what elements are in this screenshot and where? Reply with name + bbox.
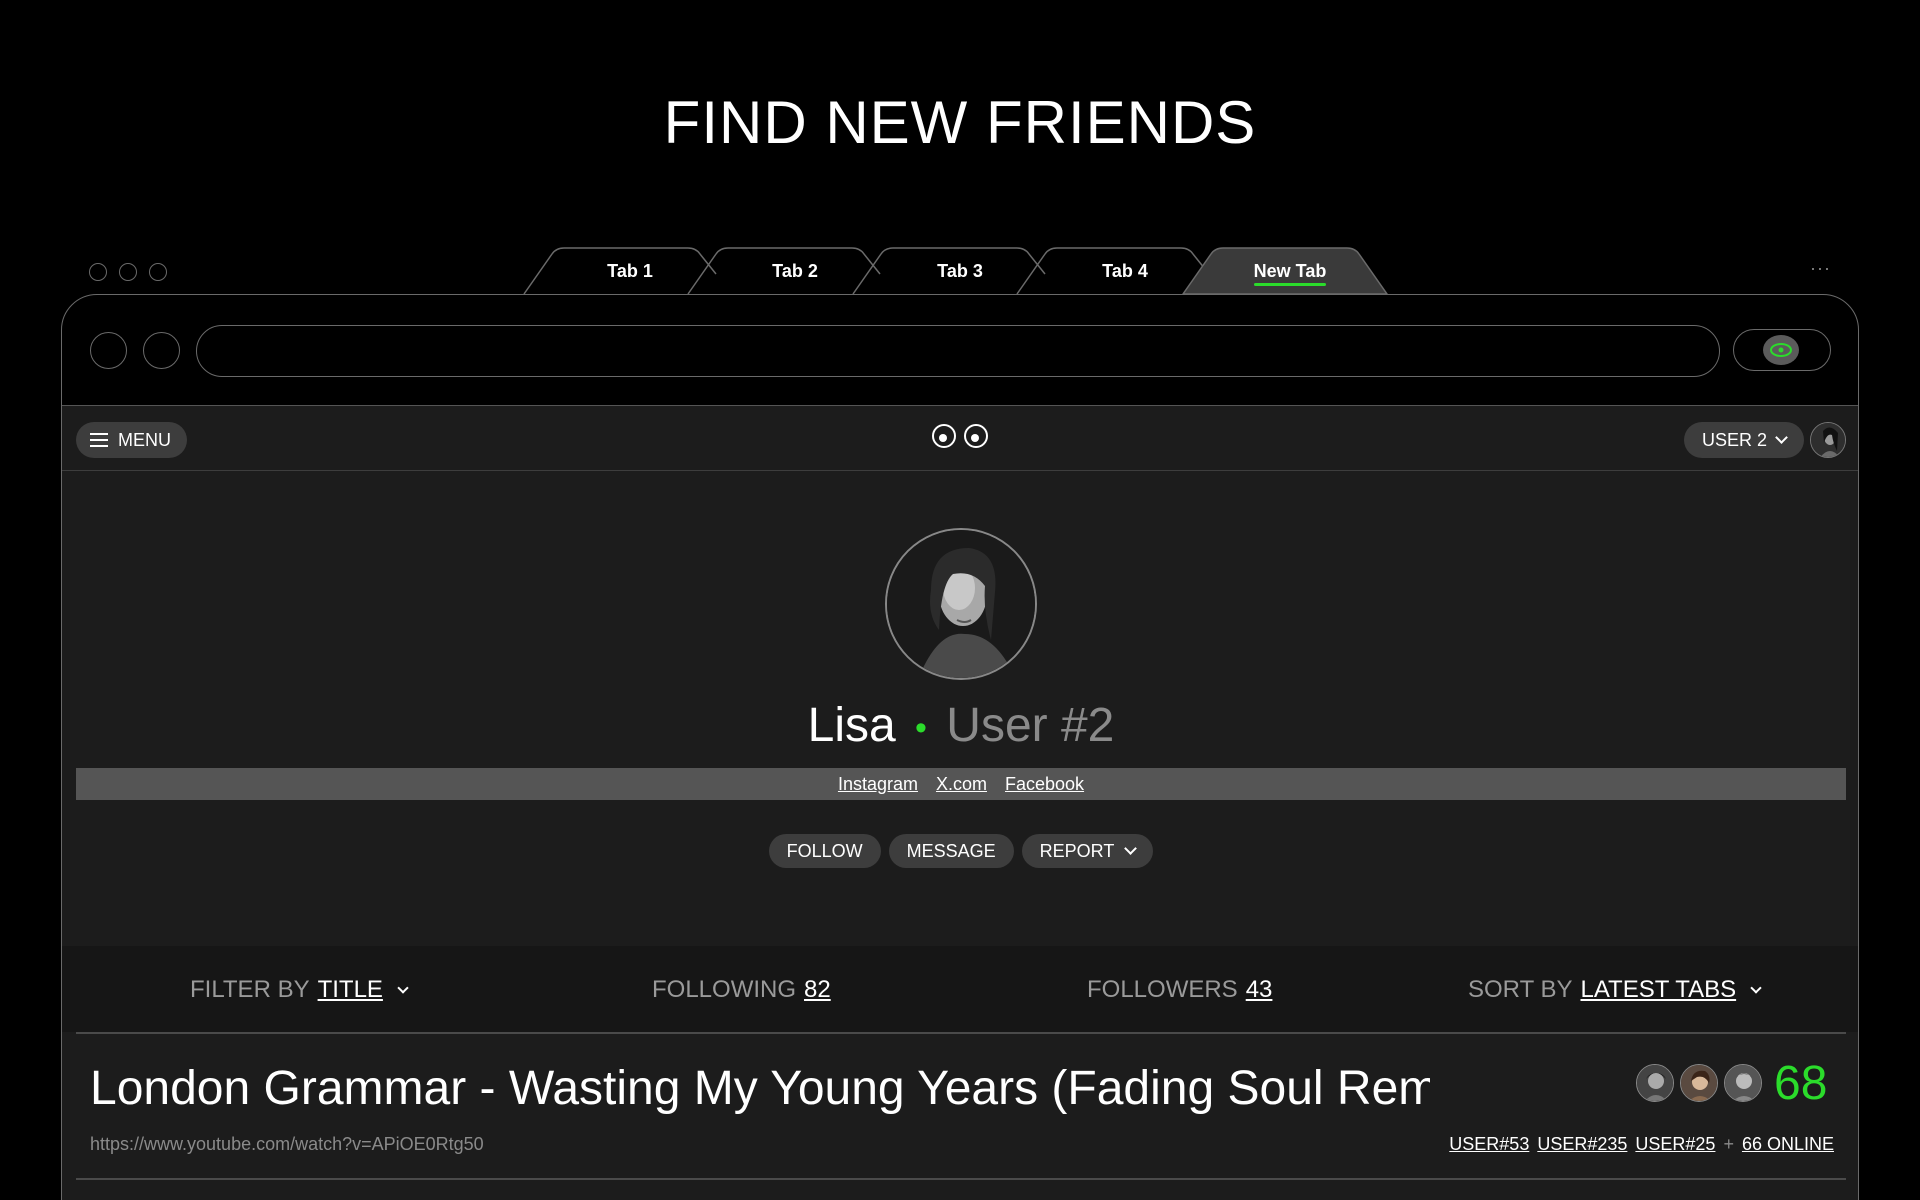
tab-2[interactable]: Tab 2 [730, 261, 860, 282]
stats-bar: FILTER BY TITLE FOLLOWING 82 FOLLOWERS 4… [62, 946, 1858, 1032]
window-controls [89, 263, 167, 281]
profile-avatar [885, 528, 1037, 680]
user-menu-button[interactable]: USER 2 [1684, 422, 1805, 458]
chevron-down-icon [1124, 842, 1138, 855]
eyes-logo-icon[interactable] [932, 424, 988, 448]
list-item-title[interactable]: London Grammar - Wasting My Young Years … [90, 1061, 1430, 1121]
profile-name: Lisa • User #2 [62, 698, 1858, 753]
online-count: 68 [1774, 1057, 1828, 1110]
avatar[interactable] [1636, 1064, 1674, 1102]
social-links: Instagram X.com Facebook [76, 768, 1846, 800]
app-header: MENU USER 2 [62, 406, 1858, 471]
instagram-link[interactable]: Instagram [838, 774, 918, 795]
avatar[interactable] [1810, 422, 1846, 458]
message-button[interactable]: MESSAGE [888, 834, 1014, 868]
sort-dropdown[interactable]: SORT BY LATEST TABS [1468, 976, 1762, 1004]
online-link[interactable]: 66 ONLINE [1742, 1134, 1834, 1155]
address-bar[interactable] [196, 325, 1720, 377]
tab-3[interactable]: Tab 3 [895, 261, 1025, 282]
chevron-down-icon [1750, 981, 1762, 994]
x-link[interactable]: X.com [936, 774, 987, 795]
user-link[interactable]: USER#53 [1449, 1134, 1529, 1155]
back-button[interactable] [90, 332, 127, 369]
sort-value: LATEST TABS [1580, 976, 1737, 1003]
more-options-icon[interactable]: ··· [1810, 258, 1831, 279]
report-label: REPORT [1039, 840, 1115, 861]
user-link[interactable]: USER#235 [1537, 1134, 1627, 1155]
eye-logo-icon [1763, 335, 1799, 365]
tab-4[interactable]: Tab 4 [1060, 261, 1190, 282]
profile-actions: FOLLOW MESSAGE REPORT [62, 834, 1858, 868]
following-stat[interactable]: FOLLOWING 82 [652, 976, 831, 1004]
followers-label: FOLLOWERS [1087, 976, 1238, 1003]
tab-new[interactable]: New Tab [1225, 261, 1355, 282]
facebook-link[interactable]: Facebook [1005, 774, 1084, 795]
profile-user-id: User #2 [946, 699, 1115, 752]
followers-stat[interactable]: FOLLOWERS 43 [1087, 976, 1272, 1004]
viewer-links: USER#53 USER#235 USER#25 + 66 ONLINE [1440, 1134, 1834, 1155]
user-link[interactable]: USER#25 [1635, 1134, 1715, 1155]
browser-window: MENU USER 2 Lisa • User #2 Instagram X.c… [61, 294, 1859, 1200]
window-close-dot[interactable] [89, 263, 107, 281]
window-maximize-dot[interactable] [149, 263, 167, 281]
divider [76, 1032, 1846, 1034]
chevron-down-icon [1775, 431, 1788, 444]
followers-count: 43 [1245, 976, 1273, 1003]
plus-separator: + [1723, 1134, 1734, 1154]
page-title: FIND NEW FRIENDS [663, 89, 1257, 156]
report-button[interactable]: REPORT [1021, 834, 1154, 868]
forward-button[interactable] [143, 332, 180, 369]
menu-label: MENU [118, 429, 171, 450]
viewer-avatars [1636, 1064, 1762, 1102]
active-tab-indicator [1254, 283, 1326, 286]
following-label: FOLLOWING [652, 976, 797, 1003]
menu-button[interactable]: MENU [76, 422, 187, 458]
filter-dropdown[interactable]: FILTER BY TITLE [190, 976, 409, 1004]
filter-prefix: FILTER BY [190, 976, 310, 1003]
follow-button[interactable]: FOLLOW [768, 834, 881, 868]
hamburger-icon [90, 433, 108, 447]
profile-first-name: Lisa [807, 699, 896, 752]
online-status-dot: • [915, 708, 927, 747]
following-count: 82 [804, 976, 831, 1003]
sort-prefix: SORT BY [1468, 976, 1573, 1003]
avatar[interactable] [1680, 1064, 1718, 1102]
app-content: MENU USER 2 Lisa • User #2 Instagram X.c… [62, 405, 1858, 1200]
tab-1[interactable]: Tab 1 [565, 261, 695, 282]
user-label: USER 2 [1702, 429, 1768, 450]
filter-value: TITLE [317, 976, 383, 1003]
avatar[interactable] [1724, 1064, 1762, 1102]
extension-button[interactable] [1733, 329, 1831, 371]
divider [76, 1178, 1846, 1180]
list-item-url[interactable]: https://www.youtube.com/watch?v=APiOE0Rt… [90, 1134, 484, 1155]
window-minimize-dot[interactable] [119, 263, 137, 281]
chevron-down-icon [397, 981, 409, 994]
